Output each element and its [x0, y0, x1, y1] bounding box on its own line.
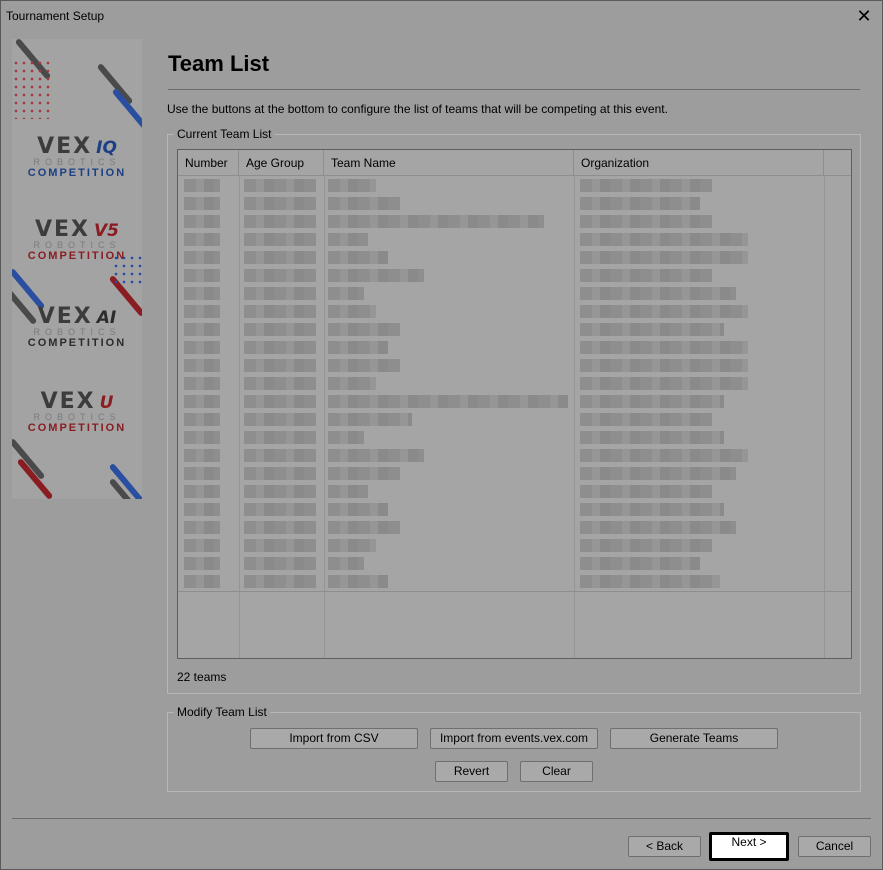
vex-iq-logo: VEX IQ ROBOTICS COMPETITION — [27, 134, 127, 179]
table-row[interactable] — [178, 518, 851, 536]
table-row[interactable] — [178, 464, 851, 482]
vex-ai-logo: VEX AI ROBOTICS COMPETITION — [27, 304, 127, 349]
table-row[interactable] — [178, 230, 851, 248]
table-row[interactable] — [178, 410, 851, 428]
table-row[interactable] — [178, 482, 851, 500]
instructions-text: Use the buttons at the bottom to configu… — [167, 102, 668, 116]
table-row[interactable] — [178, 248, 851, 266]
close-icon[interactable]: ✕ — [854, 6, 874, 26]
table-row[interactable] — [178, 572, 851, 590]
import-events-button[interactable]: Import from events.vex.com — [430, 728, 598, 749]
revert-button[interactable]: Revert — [435, 761, 508, 782]
team-table[interactable]: Number Age Group Team Name Organization — [177, 149, 852, 659]
vex-u-logo: VEX U ROBOTICS COMPETITION — [27, 389, 127, 434]
clear-button[interactable]: Clear — [520, 761, 593, 782]
team-rows — [178, 176, 851, 591]
table-row[interactable] — [178, 428, 851, 446]
table-row[interactable] — [178, 536, 851, 554]
table-row[interactable] — [178, 446, 851, 464]
table-row[interactable] — [178, 500, 851, 518]
table-header: Number Age Group Team Name Organization — [178, 150, 851, 176]
table-row[interactable] — [178, 392, 851, 410]
header-divider — [168, 89, 860, 90]
table-row[interactable] — [178, 212, 851, 230]
title-bar: Tournament Setup ✕ — [1, 1, 882, 31]
import-csv-button[interactable]: Import from CSV — [250, 728, 418, 749]
generate-teams-button[interactable]: Generate Teams — [610, 728, 778, 749]
table-row[interactable] — [178, 554, 851, 572]
modify-team-list-group: Modify Team List — [167, 705, 861, 792]
column-header-team-name[interactable]: Team Name — [324, 150, 574, 176]
page-title: Team List — [168, 51, 270, 76]
window-title: Tournament Setup — [6, 9, 105, 23]
back-button[interactable]: < Back — [628, 836, 701, 857]
column-header-number[interactable]: Number — [178, 150, 239, 176]
table-row[interactable] — [178, 320, 851, 338]
table-row[interactable] — [178, 338, 851, 356]
table-row[interactable] — [178, 302, 851, 320]
column-header-age-group[interactable]: Age Group — [239, 150, 324, 176]
next-button[interactable]: Next > — [709, 832, 789, 861]
table-row[interactable] — [178, 176, 851, 194]
column-header-organization[interactable]: Organization — [574, 150, 824, 176]
tournament-setup-window: Tournament Setup ✕ VEX IQ ROBOTICS COMPET… — [0, 0, 883, 870]
footer-divider — [12, 818, 871, 819]
table-row[interactable] — [178, 374, 851, 392]
current-team-list-legend: Current Team List — [174, 127, 275, 141]
table-row[interactable] — [178, 194, 851, 212]
table-row[interactable] — [178, 284, 851, 302]
cancel-button[interactable]: Cancel — [798, 836, 871, 857]
table-row[interactable] — [178, 266, 851, 284]
modify-team-list-legend: Modify Team List — [174, 705, 270, 719]
table-row[interactable] — [178, 356, 851, 374]
team-count: 22 teams — [177, 670, 227, 684]
vex-banner: VEX IQ ROBOTICS COMPETITION VEX V5 ROBOTIC… — [12, 39, 142, 499]
